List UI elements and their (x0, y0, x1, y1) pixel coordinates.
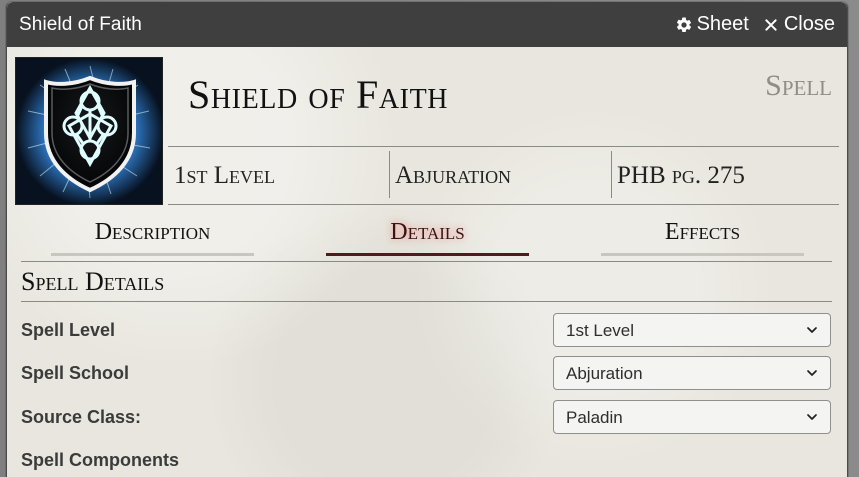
source-class-label: Source Class: (21, 407, 142, 427)
chevron-down-icon (804, 322, 820, 338)
spell-header: Shield of Faith Spell 1st Level Abjurati… (7, 47, 847, 209)
shield-of-faith-art-icon (16, 58, 162, 204)
tab-effects[interactable]: Effects (601, 216, 804, 256)
spell-level-row: Spell Level 1st Level (21, 313, 831, 349)
chevron-down-icon (804, 409, 820, 425)
sheet-button[interactable]: Sheet (675, 13, 749, 36)
screenshot-page: Shield of Faith Sheet Close Shield of Fa… (0, 0, 859, 477)
spell-level-select[interactable]: 1st Level (553, 313, 831, 347)
spell-components-label: Spell Components (21, 450, 180, 470)
window-actions: Sheet Close (675, 13, 835, 36)
details-top-divider (21, 261, 832, 262)
spell-level-summary: 1st Level (174, 162, 276, 189)
source-class-select[interactable]: Paladin (553, 400, 831, 434)
source-class-row: Source Class: Paladin (21, 400, 831, 436)
spell-meta-row: 1st Level Abjuration PHB pg. 275 (168, 146, 839, 205)
tab-description[interactable]: Description (51, 216, 254, 256)
spell-level-label: Spell Level (21, 320, 116, 340)
close-icon (762, 16, 780, 34)
details-bottom-divider (21, 301, 832, 302)
spell-school-select[interactable]: Abjuration (553, 356, 831, 390)
close-button-label: Close (783, 13, 835, 35)
spell-tabs: Description Details Effects (51, 216, 804, 256)
spell-title: Shield of Faith (188, 72, 449, 117)
window-titlebar: Shield of Faith Sheet Close (7, 2, 847, 47)
spell-sheet-window: Shield of Faith Sheet Close Shield of Fa… (6, 2, 848, 477)
spell-school-summary: Abjuration (389, 147, 611, 204)
close-button[interactable]: Close (762, 13, 835, 36)
sheet-button-label: Sheet (696, 13, 749, 35)
spell-level-value: 1st Level (566, 320, 635, 340)
window-title: Shield of Faith (19, 13, 142, 35)
spell-school-value: Abjuration (566, 363, 643, 383)
chevron-down-icon (804, 365, 820, 381)
spell-portrait (15, 57, 163, 205)
gear-icon (675, 16, 693, 34)
source-class-value: Paladin (566, 407, 623, 427)
spell-type-label: Spell (765, 69, 832, 102)
spell-school-label: Spell School (21, 363, 130, 383)
spell-source-summary: PHB pg. 275 (611, 147, 839, 204)
spell-details-title: Spell Details (21, 267, 165, 296)
tab-details[interactable]: Details (326, 216, 529, 256)
spell-school-row: Spell School Abjuration (21, 356, 831, 392)
